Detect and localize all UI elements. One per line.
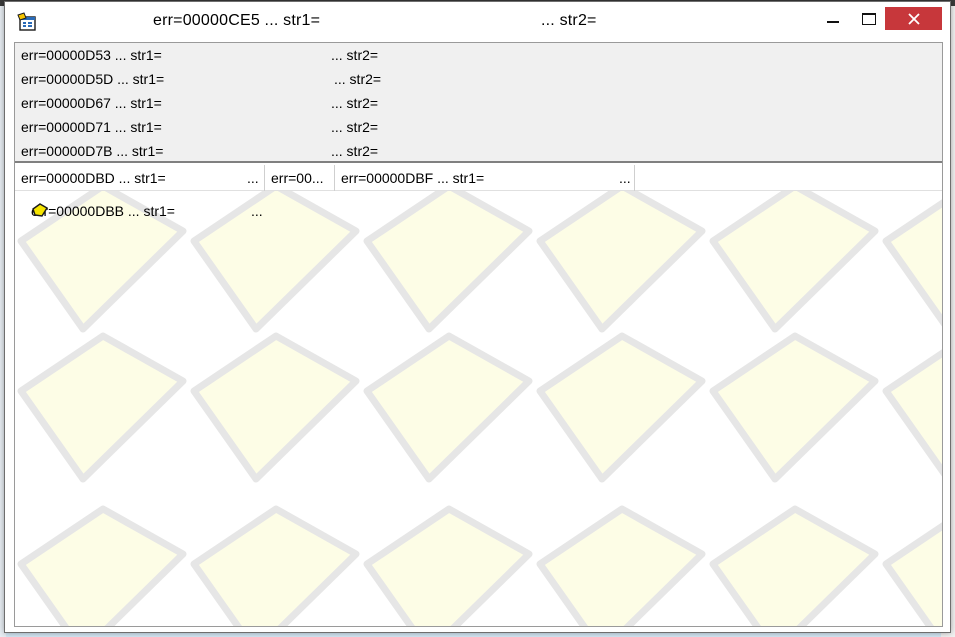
background-tile [882, 199, 942, 327]
tab-ellipsis: ... [619, 170, 631, 186]
background-tile [536, 191, 706, 333]
maximize-icon [862, 13, 876, 25]
tree-node-label: err=00000DBB ... str1= [31, 203, 175, 219]
background-tile [17, 505, 187, 626]
background-tile [536, 332, 706, 483]
error-code-text: err=00000D67 ... str1= [21, 95, 162, 111]
app-window-icon[interactable] [17, 12, 37, 32]
background-tile [190, 191, 360, 333]
yellow-diamond-icon [32, 203, 48, 217]
error-str2-text: ... str2= [331, 47, 379, 63]
error-window: err=00000CE5 ... str1= ... str2= err=000… [4, 1, 951, 633]
window-title-right: ... str2= [541, 12, 597, 29]
error-str2-text: ... str2= [331, 143, 379, 159]
tree-node[interactable]: err=00000DBB ... str1= ... [31, 201, 263, 221]
close-icon [907, 12, 920, 25]
background-tile [190, 332, 360, 483]
error-str2-text: ... str2= [334, 71, 382, 87]
error-list-item[interactable]: err=00000D67 ... str1= ... str2= [21, 91, 378, 115]
background-tile [363, 191, 533, 333]
maximize-button[interactable] [856, 8, 882, 30]
background-tile [882, 522, 942, 626]
background-tile [363, 332, 533, 483]
error-list-item[interactable]: err=00000D7B ... str1= ... str2= [21, 139, 378, 163]
background-tile-pattern [17, 191, 942, 626]
window-title-left: err=00000CE5 ... str1= [153, 12, 321, 29]
background-tile [709, 332, 879, 483]
background-tile [882, 349, 942, 477]
title-bar[interactable]: err=00000CE5 ... str1= ... str2= [5, 2, 950, 40]
error-list: err=00000D53 ... str1= ... str2= err=000… [15, 43, 942, 163]
error-list-item[interactable]: err=00000D53 ... str1= ... str2= [21, 43, 378, 67]
tab-err-00[interactable]: err=00... [265, 165, 335, 191]
error-list-item[interactable]: err=00000D5D ... str1= ... str2= [21, 67, 381, 91]
minimize-button[interactable] [820, 8, 846, 30]
tab-label: err=00000DBF ... str1= [341, 170, 485, 186]
tab-err-dbf[interactable]: err=00000DBF ... str1= ... [335, 165, 635, 191]
error-str2-text: ... str2= [331, 119, 379, 135]
error-list-item[interactable]: err=00000D71 ... str1= ... str2= [21, 115, 378, 139]
tab-ellipsis: ... [247, 170, 259, 186]
tab-label: err=00... [271, 170, 324, 186]
background-tile [17, 332, 187, 483]
error-code-text: err=00000D53 ... str1= [21, 47, 162, 63]
minimize-icon [827, 21, 839, 23]
content-frame: err=00000D53 ... str1= ... str2= err=000… [14, 42, 943, 627]
close-button[interactable] [885, 7, 942, 30]
tree-node-ellipsis: ... [251, 203, 263, 219]
background-tile [709, 191, 879, 333]
background-tile [363, 505, 533, 626]
tab-label: err=00000DBD ... str1= [21, 170, 166, 186]
background-tile [709, 505, 879, 626]
error-code-text: err=00000D7B ... str1= [21, 143, 164, 159]
tab-bar: err=00000DBD ... str1= ... err=00... err… [15, 165, 942, 191]
error-code-text: err=00000D5D ... str1= [21, 71, 165, 87]
background-tile [190, 505, 360, 626]
window-title: err=00000CE5 ... str1= ... str2= [153, 12, 596, 30]
error-code-text: err=00000D71 ... str1= [21, 119, 162, 135]
tab-err-dbd[interactable]: err=00000DBD ... str1= ... [15, 165, 265, 191]
background-tile [536, 505, 706, 626]
error-str2-text: ... str2= [331, 95, 379, 111]
diagram-canvas[interactable]: err=00000DBB ... str1= ... [15, 191, 942, 626]
